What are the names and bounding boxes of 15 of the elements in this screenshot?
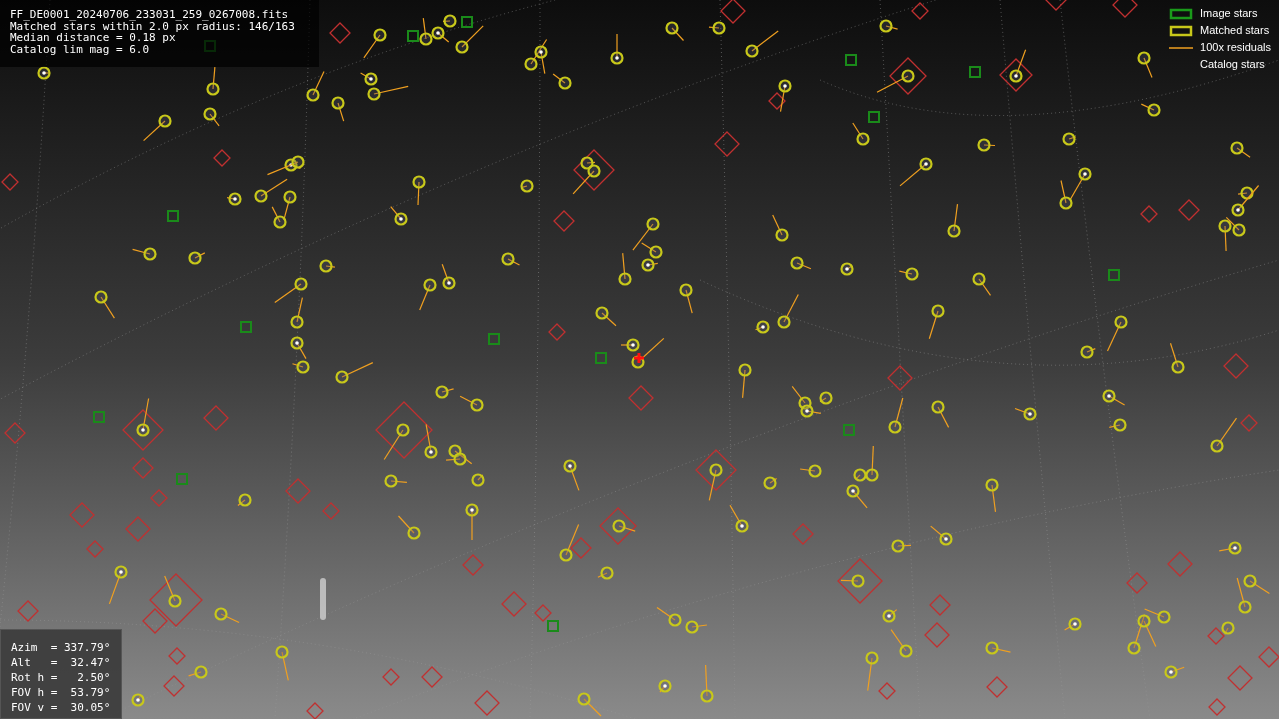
info-line: Catalog lim mag = 6.0 <box>10 43 150 55</box>
pointing-line: FOV h = 53.79° <box>11 685 111 700</box>
pointing-line: Azim = 337.79° <box>11 640 111 655</box>
pointing-line: Rot h = 2.50° <box>11 670 111 685</box>
legend-label: Image stars <box>1200 6 1258 22</box>
pointing-line: FOV v = 30.05° <box>11 700 111 715</box>
info-line: FF_DE0001_20240706_233031_259_0267008.fits <box>10 9 289 21</box>
info-line: Median distance = 0.18 px <box>10 32 176 44</box>
legend-label: Matched stars <box>1200 23 1270 39</box>
legend-label: 100x residuals <box>1200 40 1271 56</box>
star-marker-icon <box>1169 7 1194 20</box>
legend-label: Catalog stars <box>1200 57 1265 73</box>
star-marker-icon <box>1169 24 1194 37</box>
pointing-line: Alt = 32.47° <box>11 655 111 670</box>
info-line: Matched stars within 2.0 px radius: 146/163 <box>10 20 295 32</box>
